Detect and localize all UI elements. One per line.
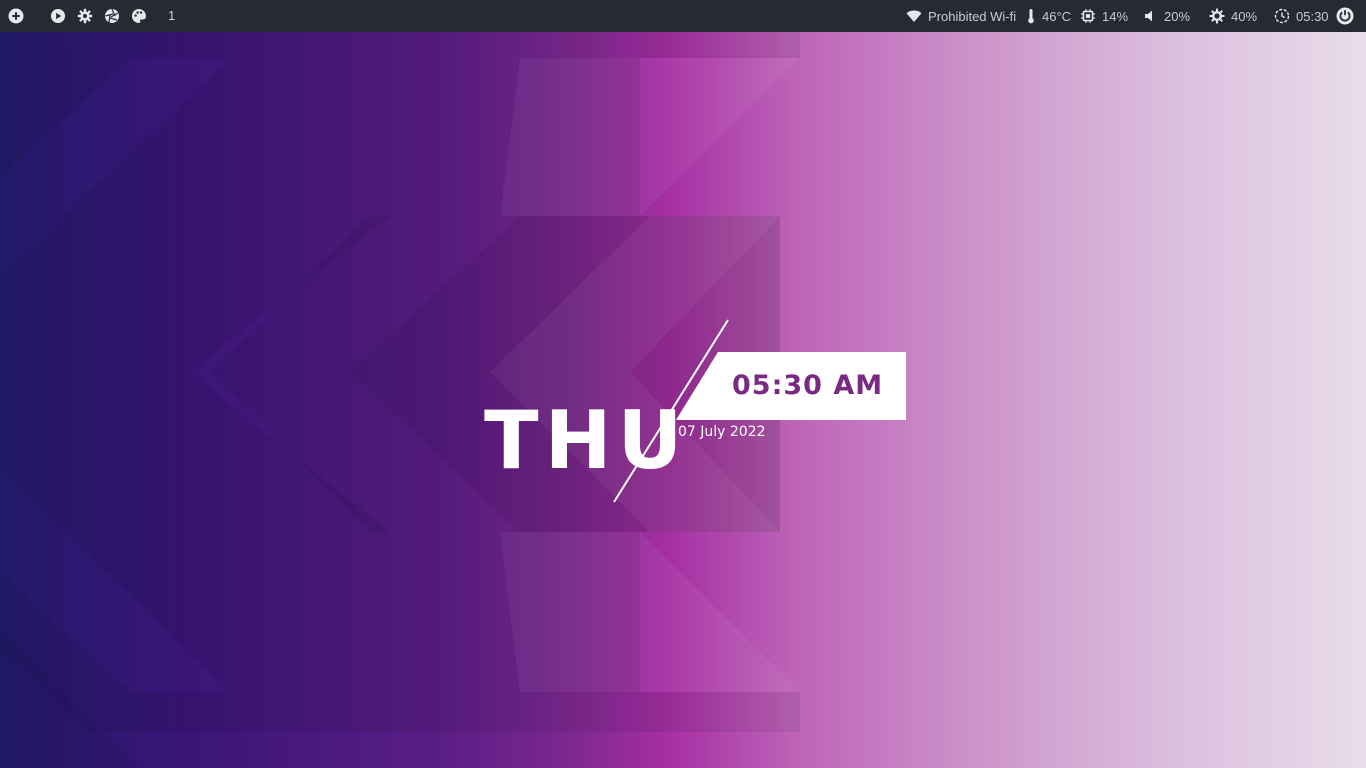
- desktop-clock-widget: THU 05:30 AM 07 July 2022: [0, 0, 1366, 768]
- time-display: 05:30 AM: [732, 370, 884, 401]
- date-display: 07 July 2022: [678, 424, 766, 440]
